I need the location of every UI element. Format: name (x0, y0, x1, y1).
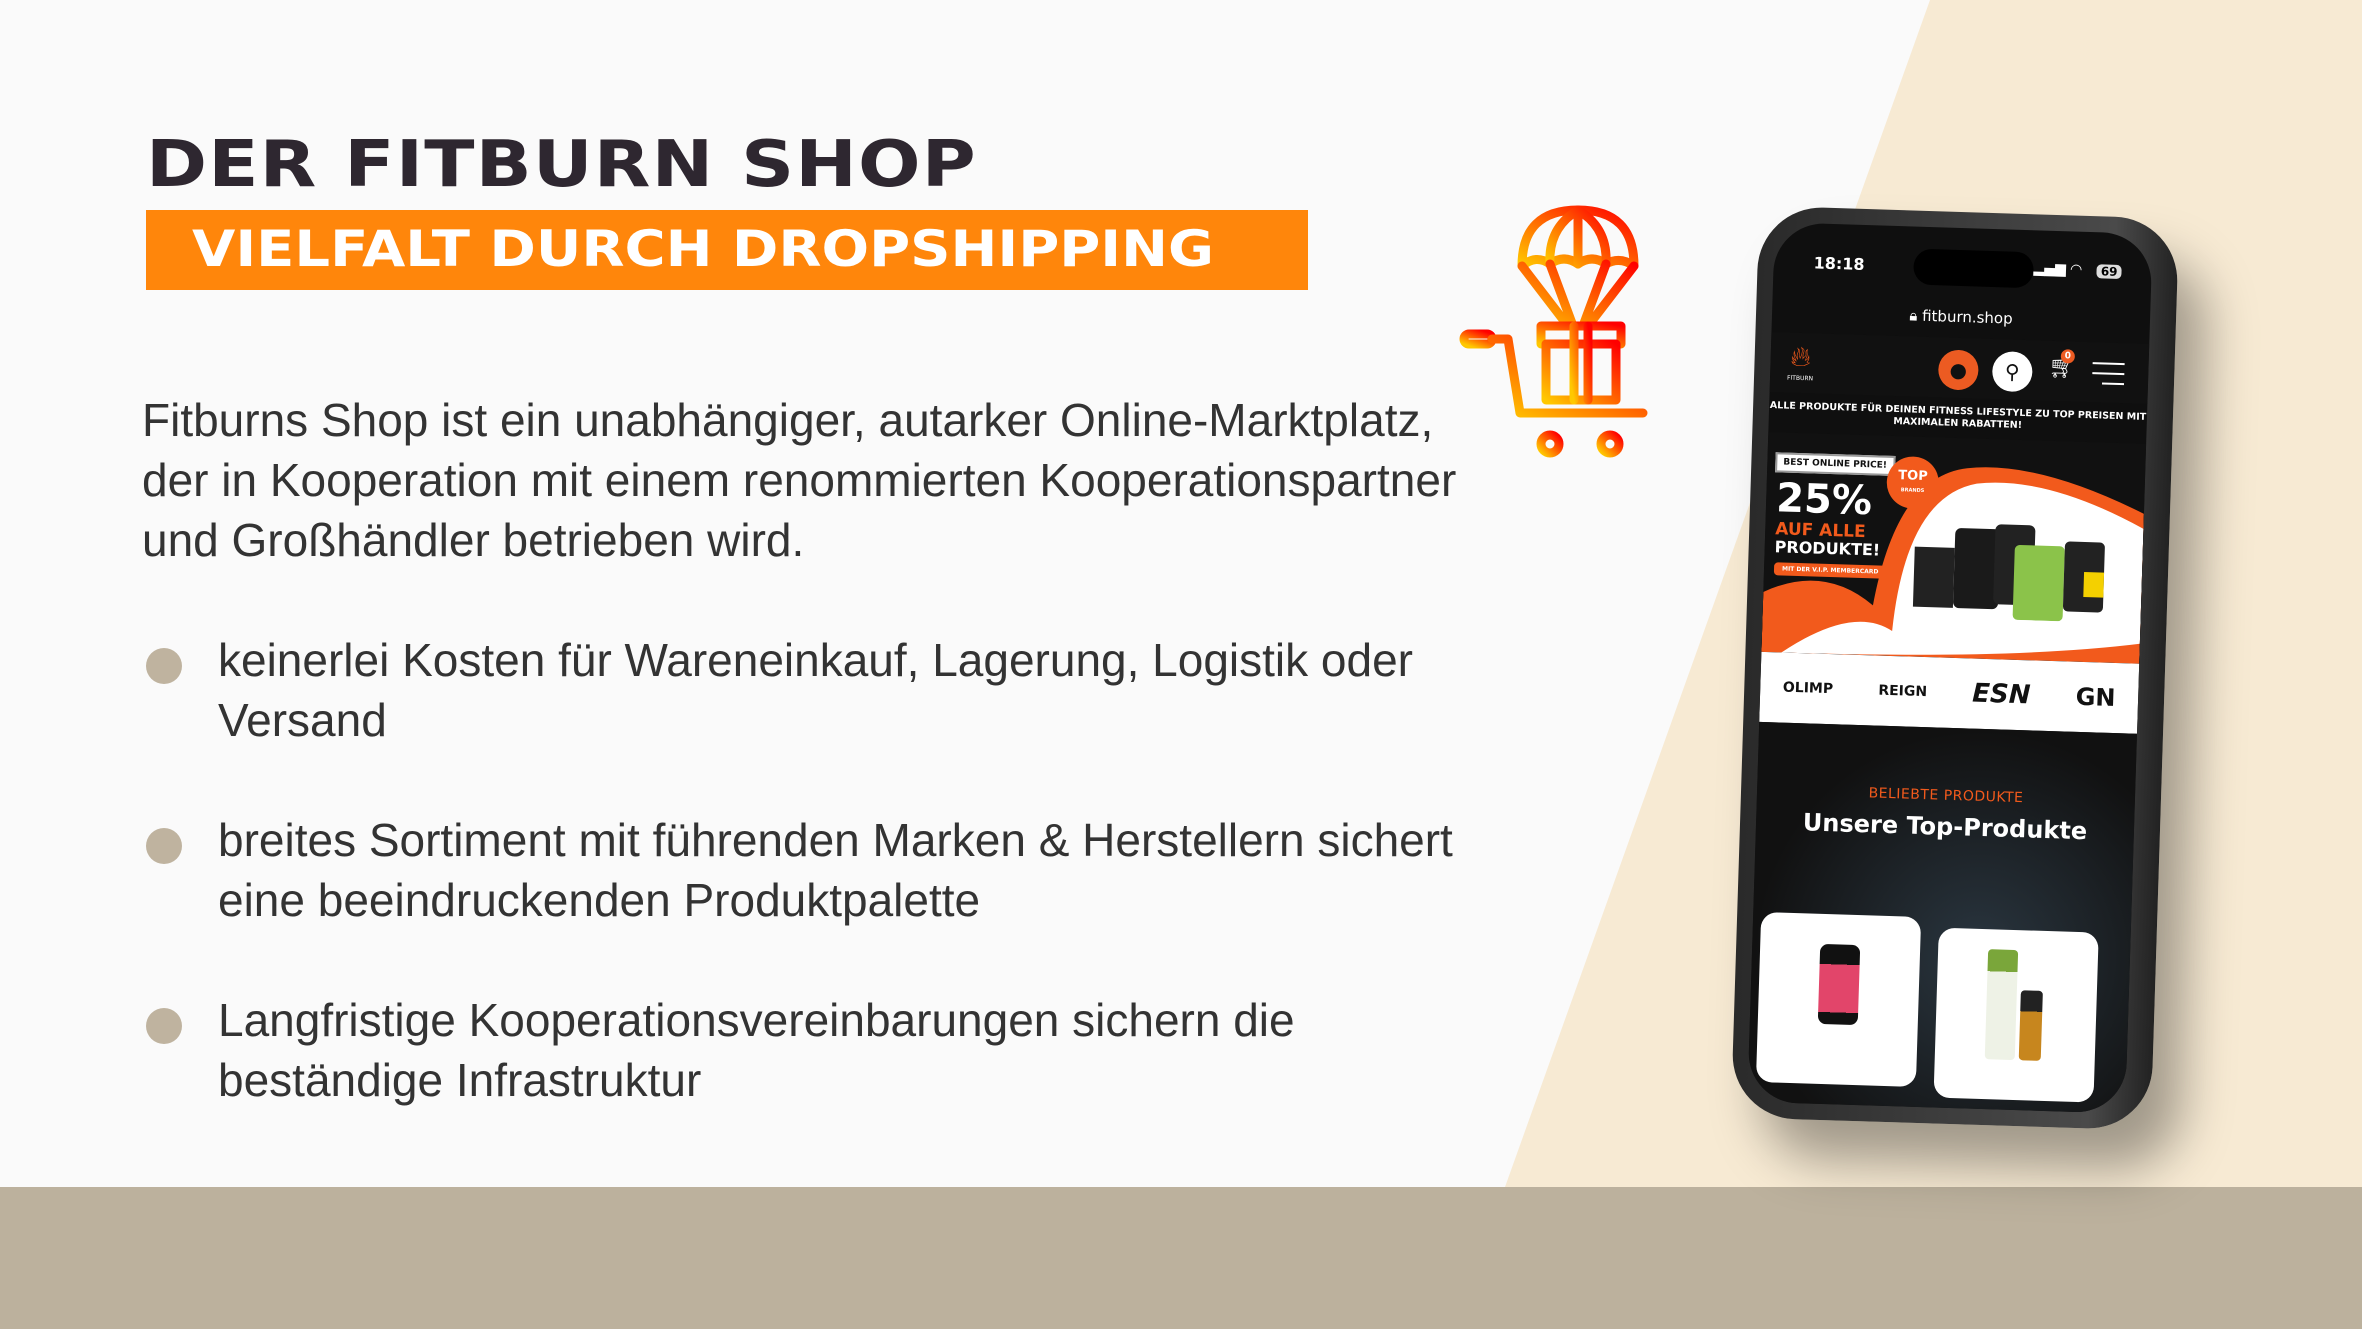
brand-logo[interactable]: ESN (1972, 679, 2031, 711)
subtitle-banner: VIELFALT DURCH DROPSHIPPING (146, 210, 1308, 290)
shop-navbar: 🔥︎ FITBURN ● ⚲ 🛒︎ 0 (1769, 332, 2150, 404)
dynamic-island (1913, 248, 2035, 289)
promo-banner[interactable]: BEST ONLINE PRICE! 25% AUF ALLE PRODUKTE… (1761, 432, 2147, 664)
account-button[interactable]: ● (1937, 349, 1979, 391)
bullet-dot-icon (146, 828, 182, 864)
product-image (1984, 949, 2019, 1061)
page-title: DER FITBURN SHOP (146, 128, 977, 202)
fitburn-logo[interactable]: 🔥︎ FITBURN (1782, 338, 1819, 387)
brand-logo[interactable]: GN (2075, 683, 2116, 712)
product-image (1817, 943, 1861, 1026)
bullet-text: breites Sortiment mit führenden Marken &… (218, 814, 1453, 926)
smartphone-mockup: 18:18 ▂▄▆ ◠ 69 🔒︎ fitburn.shop 🔥︎ FITBURN… (1730, 205, 2180, 1131)
bullet-dot-icon (146, 648, 182, 684)
discount-percent: 25% (1775, 475, 1873, 525)
parachute-cart-icon (1459, 205, 1648, 458)
supplement-products-image (1912, 524, 2105, 622)
url-bar[interactable]: 🔒︎ fitburn.shop (1772, 302, 2150, 332)
status-bar: 18:18 ▂▄▆ ◠ 69 (1813, 248, 2122, 293)
brand-logo[interactable]: REIGN (1878, 683, 1927, 701)
signal-wifi-icon: ▂▄▆ ◠ (2033, 260, 2082, 278)
phone-screen: 18:18 ▂▄▆ ◠ 69 🔒︎ fitburn.shop 🔥︎ FITBURN… (1747, 222, 2153, 1114)
url-text: fitburn.shop (1921, 306, 2013, 328)
brand-logos-strip: OLIMP REIGN ESN GN (1759, 651, 2140, 734)
user-icon: ● (1949, 357, 1968, 383)
logo-text: FITBURN (1786, 374, 1814, 383)
brand-logo[interactable]: OLIMP (1783, 680, 1834, 698)
bottom-band (0, 1187, 2362, 1329)
section-title: Unsere Top-Produkte (1802, 808, 2088, 846)
discount-line2: PRODUKTE! (1774, 537, 1881, 560)
subtitle-text: VIELFALT DURCH DROPSHIPPING (192, 220, 1214, 278)
lock-icon: 🔒︎ (1909, 306, 1923, 325)
brands-text: BRANDS (1900, 487, 1925, 494)
top-text: TOP (1898, 468, 1928, 485)
product-card[interactable] (1933, 927, 2099, 1103)
search-icon: ⚲ (2004, 359, 2021, 384)
status-time: 18:18 (1813, 253, 1865, 274)
bullet-text: Langfristige Kooperationsvereinbarungen … (218, 994, 1295, 1106)
bullet-text: keinerlei Kosten für Wareneinkauf, Lager… (218, 634, 1413, 746)
battery-icon: 69 (2096, 264, 2122, 280)
shop-tagline: ALLE PRODUKTE FÜR DEINEN FITNESS LIFESTY… (1769, 400, 2147, 431)
menu-icon[interactable] (2092, 362, 2125, 393)
product-card[interactable] (1755, 912, 1922, 1087)
search-button[interactable]: ⚲ (1991, 351, 2033, 393)
best-price-badge: BEST ONLINE PRICE! (1775, 452, 1896, 477)
top-products-section: BELIEBTE PRODUKTE Unsere Top-Produkte (1747, 721, 2138, 1114)
flame-icon: 🔥︎ (1789, 339, 1812, 374)
intro-paragraph: Fitburns Shop ist ein unabhängiger, auta… (142, 394, 1457, 566)
bullet-dot-icon (146, 1008, 182, 1044)
cart-button[interactable]: 🛒︎ 0 (2048, 349, 2077, 381)
section-label: BELIEBTE PRODUKTE (1868, 785, 2024, 807)
dropper-bottle-image (2018, 990, 2043, 1061)
slide: DER FITBURN SHOP VIELFALT DURCH DROPSHIP… (0, 0, 2362, 1329)
